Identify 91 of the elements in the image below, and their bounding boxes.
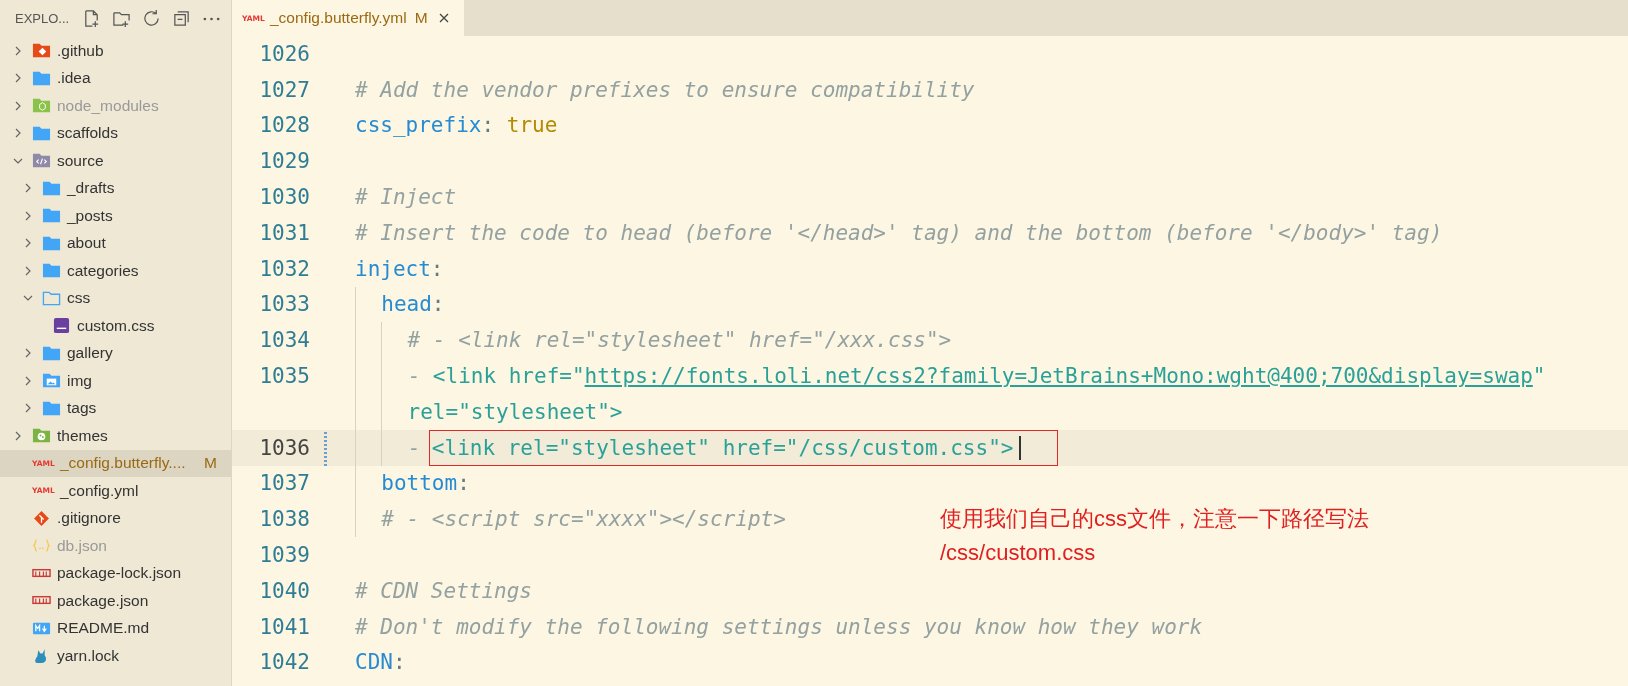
chevron-icon[interactable] — [23, 403, 33, 414]
close-icon[interactable] — [437, 12, 450, 24]
tree-item[interactable]: themes — [0, 422, 231, 450]
refresh-icon[interactable] — [142, 9, 162, 28]
chevron-icon[interactable] — [23, 210, 33, 221]
line-number: 1029 — [259, 149, 310, 174]
collapse-all-icon[interactable] — [172, 9, 192, 28]
folder-icon — [42, 399, 61, 417]
code-text: bottom: — [381, 471, 470, 496]
code-text: inject: — [355, 256, 444, 281]
folder-icon — [32, 69, 51, 87]
code-text: # CDN Settings — [355, 578, 532, 603]
braces-icon — [32, 537, 51, 555]
open-folder-icon — [42, 289, 61, 307]
tree-item[interactable]: about — [0, 229, 231, 257]
line-number: 1027 — [259, 77, 310, 102]
more-icon[interactable] — [202, 15, 222, 22]
chevron-icon[interactable] — [13, 128, 23, 139]
line-number: 1038 — [259, 507, 310, 532]
git-status: M — [204, 454, 217, 473]
line-number: 1042 — [259, 650, 310, 675]
code-text: # - <script src="xxxx"></script> — [381, 507, 786, 532]
tree-item[interactable]: custom.css — [0, 312, 231, 340]
code-text: # Add the vendor prefixes to ensure compatibility — [355, 77, 975, 102]
chevron-icon[interactable] — [13, 100, 23, 111]
code-text: head: — [381, 292, 445, 317]
folder-icon — [42, 234, 61, 252]
tree-item[interactable]: _drafts — [0, 174, 231, 202]
chevron-icon[interactable] — [23, 183, 33, 194]
image-folder-icon — [42, 372, 61, 390]
line-number: 1032 — [259, 256, 310, 281]
tree-item[interactable]: package.json — [0, 587, 231, 615]
tree-item[interactable]: img — [0, 367, 231, 395]
folder-icon — [42, 179, 61, 197]
tree-item[interactable]: source — [0, 147, 231, 175]
tree-item[interactable]: gallery — [0, 339, 231, 367]
annotation-text: /css/custom.css — [940, 539, 1097, 567]
git-status: M — [414, 9, 428, 27]
line-number: 1041 — [259, 614, 310, 639]
line-number: 1036 — [259, 435, 310, 460]
folder-icon — [32, 124, 51, 142]
line-number: 1040 — [259, 578, 310, 603]
line-number: 1039 — [259, 543, 310, 568]
git-icon — [32, 509, 51, 527]
chevron-icon[interactable] — [23, 238, 33, 249]
code-text: - <link rel="stylesheet" href="/css/custom.css"> — [407, 429, 1058, 466]
line-number: 1031 — [259, 220, 310, 245]
line-number: 1033 — [259, 292, 310, 317]
tree-item[interactable]: README.md — [0, 614, 231, 642]
tree-item[interactable]: tags — [0, 394, 231, 422]
chevron-icon[interactable] — [23, 348, 33, 359]
annotation-box: <link rel="stylesheet" href="/css/custom.css"> — [428, 429, 1058, 466]
folder-icon — [42, 344, 61, 362]
line-number: 1037 — [259, 471, 310, 496]
tree-item[interactable]: _posts — [0, 202, 231, 230]
folder-icon — [32, 152, 51, 170]
chevron-icon[interactable] — [13, 430, 23, 441]
chevron-icon[interactable] — [23, 265, 33, 276]
code-text: - <link href="https://fonts.loli.net/css2?family=JetBrains+Mono:wght@400;700&display=swap" — [407, 364, 1546, 389]
chevron-icon[interactable] — [13, 45, 23, 56]
new-folder-icon[interactable] — [112, 9, 132, 28]
line-number: 1028 — [259, 113, 310, 138]
tree-item[interactable]: categories — [0, 257, 231, 285]
tree-item[interactable]: .gitignore — [0, 504, 231, 532]
line-number: 1034 — [259, 328, 310, 353]
chevron-icon[interactable] — [13, 73, 23, 84]
code-text: # Insert the code to head (before '</head>' tag) and the bottom (before '</body>' tag) — [355, 220, 1443, 245]
tree-item[interactable]: scaffolds — [0, 119, 231, 147]
css-file-icon — [52, 317, 71, 335]
code-text: css_prefix: true — [355, 113, 558, 138]
annotation-text: 使用我们自己的css文件，注意一下路径写法 — [940, 505, 1369, 533]
line-number: 1030 — [259, 185, 310, 210]
tree-item[interactable]: .idea — [0, 64, 231, 92]
folder-icon — [32, 97, 51, 115]
code-text: # - <link rel="stylesheet" href="/xxx.css"> — [407, 328, 952, 353]
explorer-title: EXPLO... — [15, 11, 70, 26]
tree-item[interactable]: css — [0, 284, 231, 312]
folder-icon — [42, 262, 61, 280]
folder-icon — [32, 42, 51, 60]
palette-icon — [32, 427, 51, 445]
tree-item[interactable]: .github — [0, 37, 231, 65]
tree-item[interactable]: package-lock.json — [0, 559, 231, 587]
code-text: CDN: — [355, 650, 406, 675]
folder-icon — [42, 207, 61, 225]
tree-item[interactable]: yarn.lock — [0, 642, 231, 670]
chevron-icon[interactable] — [23, 375, 33, 386]
line-number: 1035 — [259, 364, 310, 389]
line-number: 1026 — [259, 41, 310, 66]
code-text: # Don't modify the following settings unless you know how they work — [355, 614, 1203, 639]
code-text: rel="stylesheet"> — [407, 399, 623, 424]
code-text: # Inject — [355, 185, 457, 210]
